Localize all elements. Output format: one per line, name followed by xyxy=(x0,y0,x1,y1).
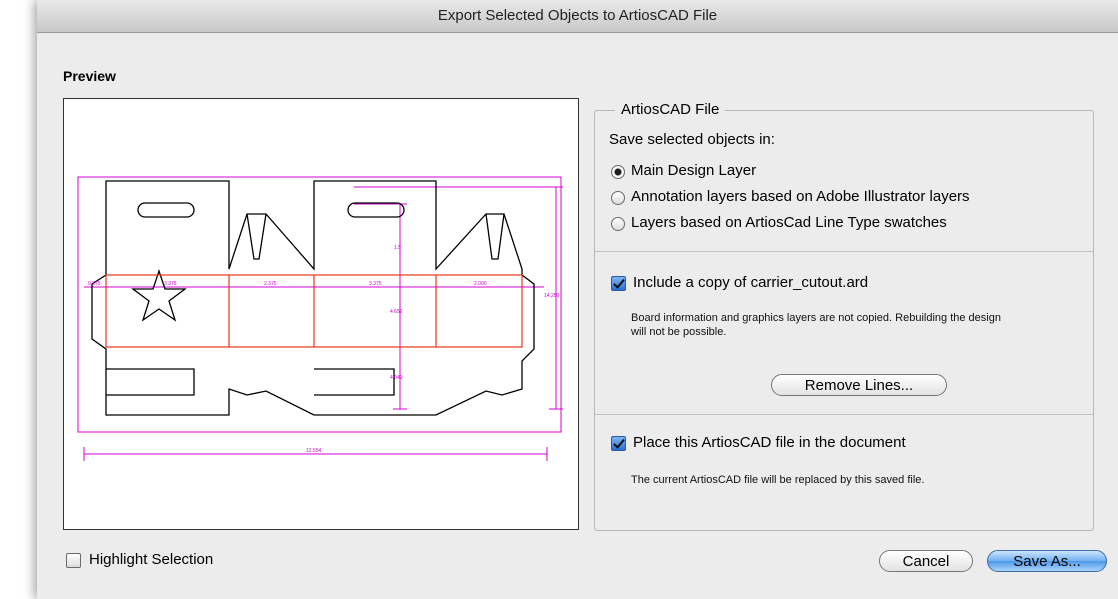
separator xyxy=(595,414,1093,415)
handle-hole-left xyxy=(137,202,195,218)
artioscad-file-group: ArtiosCAD File Save selected objects in:… xyxy=(594,101,1094,531)
place-file-label[interactable]: Place this ArtiosCAD file in the documen… xyxy=(633,434,906,451)
preview-label: Preview xyxy=(63,68,116,84)
cut-outline xyxy=(91,180,535,416)
option-annotation-layers-label[interactable]: Annotation layers based on Adobe Illustr… xyxy=(631,188,970,205)
dim-glue-flap: 0.375 xyxy=(88,281,101,287)
option-line-type-layers-label[interactable]: Layers based on ArtiosCad Line Type swat… xyxy=(631,214,947,231)
place-file-checkbox[interactable] xyxy=(611,436,626,451)
dim-panel-d: 2.000 xyxy=(474,281,487,287)
remove-lines-button[interactable]: Remove Lines... xyxy=(771,374,947,396)
bottom-tab-left xyxy=(106,368,195,396)
radio-main-design-layer[interactable] xyxy=(611,165,625,179)
highlight-selection-label[interactable]: Highlight Selection xyxy=(89,551,213,568)
include-copy-checkbox[interactable] xyxy=(611,276,626,291)
dim-panel-c: 3.375 xyxy=(369,281,382,287)
dialog-title: Export Selected Objects to ArtiosCAD Fil… xyxy=(37,0,1118,33)
radio-line-type-layers[interactable] xyxy=(611,217,625,231)
dim-height-main: 4.652 xyxy=(390,309,403,315)
cancel-button[interactable]: Cancel xyxy=(879,550,973,572)
include-note-line-2: will not be possible. xyxy=(631,326,727,338)
place-note: The current ArtiosCAD file will be repla… xyxy=(631,474,925,486)
radio-annotation-layers[interactable] xyxy=(611,191,625,205)
include-note-line-1: Board information and graphics layers ar… xyxy=(631,312,1001,324)
dim-height-top: 1.5 xyxy=(394,245,401,251)
save-in-label: Save selected objects in: xyxy=(609,131,775,148)
highlight-selection-checkbox[interactable] xyxy=(66,553,81,568)
option-main-design-layer-label[interactable]: Main Design Layer xyxy=(631,162,756,179)
separator xyxy=(595,251,1093,252)
export-dialog: Export Selected Objects to ArtiosCAD Fil… xyxy=(37,0,1118,599)
group-legend: ArtiosCAD File xyxy=(615,101,726,118)
handle-hole-right xyxy=(347,202,405,218)
dim-overall-width: 12.554 xyxy=(306,448,322,454)
dim-panel-b: 2.375 xyxy=(264,281,277,287)
star-graphic xyxy=(131,268,187,322)
bottom-tab-right xyxy=(314,368,395,396)
outer-outline-offset xyxy=(77,176,562,433)
dieline-drawing: 0.375 3.375 2.375 3.375 2.000 4.652 1.5 … xyxy=(77,176,563,461)
dim-overall-height: 14.250 xyxy=(544,293,560,299)
include-copy-label[interactable]: Include a copy of carrier_cutout.ard xyxy=(633,274,868,291)
preview-canvas: 0.375 3.375 2.375 3.375 2.000 4.652 1.5 … xyxy=(63,98,579,530)
dim-height-bottom: 4.049 xyxy=(390,375,403,381)
save-as-button[interactable]: Save As... xyxy=(987,550,1107,572)
dim-panel-a: 3.375 xyxy=(164,281,177,287)
